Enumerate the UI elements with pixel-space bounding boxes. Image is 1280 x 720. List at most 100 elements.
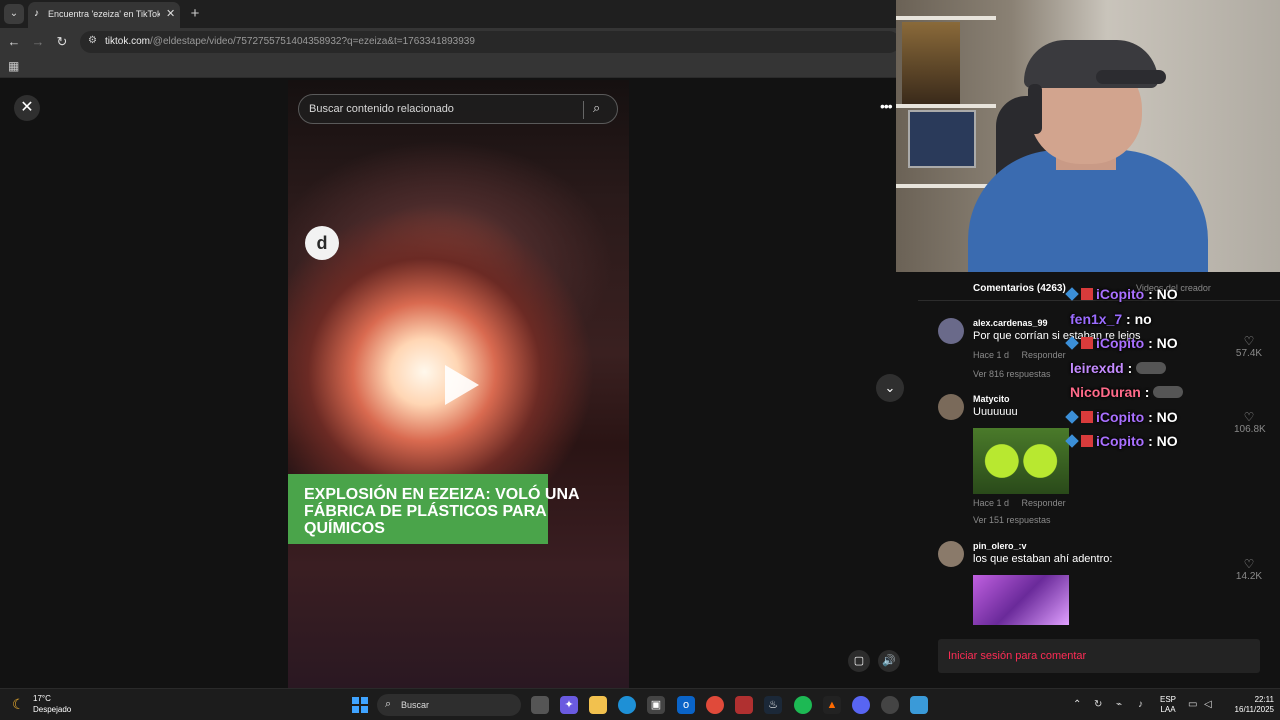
tiktok-favicon-icon: ♪ [34, 8, 39, 19]
avatar[interactable] [938, 541, 964, 567]
moderator-badge-icon [1081, 288, 1093, 300]
weather-description[interactable]: Despejado [33, 705, 71, 714]
weather-temperature[interactable]: 17°C [33, 694, 51, 703]
heart-icon[interactable]: ♡ [1234, 557, 1264, 571]
close-video-button[interactable]: ✕ [14, 95, 40, 121]
search-icon[interactable]: ⌕ [593, 100, 600, 116]
chat-text: : [1144, 384, 1150, 400]
chat-emote-icon [1136, 362, 1167, 374]
obs-icon[interactable] [881, 696, 899, 714]
outlook-icon[interactable]: o [677, 696, 695, 714]
channel-logo: d [305, 226, 339, 260]
subscriber-badge-icon [1065, 336, 1079, 350]
reply-button[interactable]: Responder [1022, 498, 1066, 508]
subscriber-badge-icon [1065, 434, 1079, 448]
tab-title: Encuentra 'ezeiza' en TikTok | Bú [48, 9, 160, 19]
chat-username: iCopito [1096, 286, 1145, 302]
video-player[interactable]: d EXPLOSIÓN EN EZEIZA: VOLÓ UNA FÁBRICA … [288, 80, 629, 688]
moderator-badge-icon [1081, 435, 1093, 447]
chat-username: fen1x_7 [1070, 311, 1123, 327]
chat-text: : NO [1148, 409, 1178, 425]
chat-message: iCopito : NO [1065, 409, 1178, 431]
login-to-comment-bar[interactable]: Iniciar sesión para comentar [938, 639, 1260, 673]
task-view-icon[interactable] [531, 696, 549, 714]
comment-username[interactable]: Matycito [973, 394, 1010, 404]
display-icon[interactable]: ▭ [1188, 699, 1197, 710]
chat-text: : NO [1148, 335, 1178, 351]
tray-chevron-up-icon[interactable]: ⌃ [1073, 699, 1081, 710]
copilot-icon[interactable]: ✦ [560, 696, 578, 714]
reload-icon[interactable]: ↻ [53, 33, 71, 51]
avatar[interactable] [938, 318, 964, 344]
next-video-chevron-down-icon[interactable]: ⌄ [876, 374, 904, 402]
reply-button[interactable]: Responder [1022, 350, 1066, 360]
comment-time: Hace 1 d [973, 498, 1010, 508]
taskbar-search[interactable]: ⌕ Buscar [377, 694, 521, 716]
avatar[interactable] [938, 394, 964, 420]
shelf [896, 16, 996, 20]
site-info-icon[interactable]: ⚙ [88, 35, 97, 46]
screen: { "browser": { "tab_title": "Encuentra '… [0, 0, 1280, 720]
moon-weather-icon[interactable]: ☾ [12, 696, 25, 713]
network-icon[interactable]: ⌁ [1116, 699, 1122, 710]
language-code: ESP [1160, 695, 1177, 704]
discord-icon[interactable] [852, 696, 870, 714]
new-tab-button[interactable]: + [186, 5, 204, 23]
apps-grid-icon[interactable]: ▦ [8, 59, 19, 73]
stream-chat-overlay: iCopito : NO fen1x_7 : no iCopito : NO l… [1065, 262, 1280, 482]
store-icon[interactable]: ▣ [647, 696, 665, 714]
video-headline: EXPLOSIÓN EN EZEIZA: VOLÓ UNA FÁBRICA DE… [304, 486, 579, 537]
app-icon[interactable] [735, 696, 753, 714]
chat-message: iCopito : NO [1065, 286, 1178, 308]
chat-message: leirexdd : [1070, 360, 1167, 382]
clock-time: 22:11 [1254, 695, 1274, 704]
view-replies-button[interactable]: Ver 151 respuestas [973, 515, 1051, 525]
file-explorer-icon[interactable] [589, 696, 607, 714]
play-icon[interactable] [445, 365, 479, 405]
notepad-icon[interactable] [910, 696, 928, 714]
like-button[interactable]: ♡ 14.2K [1234, 557, 1264, 582]
edge-icon[interactable] [618, 696, 636, 714]
shelf [896, 184, 996, 188]
sync-icon[interactable]: ↻ [1094, 699, 1102, 710]
view-replies-button[interactable]: Ver 816 respuestas [973, 369, 1051, 379]
tab-search-menu-button[interactable]: ⌄ [4, 4, 24, 24]
volume-icon[interactable]: 🔊 [878, 650, 900, 672]
comment-time: Hace 1 d [973, 350, 1010, 360]
tab-close-icon[interactable]: ✕ [166, 7, 175, 20]
moderator-badge-icon [1081, 337, 1093, 349]
comment-item: pin_olero_:v los que estaban ahí adentro… [938, 541, 1278, 631]
microphone-icon[interactable]: ♪ [1138, 699, 1143, 710]
back-arrow-icon[interactable]: ← [5, 33, 23, 51]
comments-tab[interactable]: Comentarios (4263) [973, 283, 1066, 294]
forward-arrow-icon[interactable]: → [29, 33, 47, 51]
taskbar-search-text[interactable]: Buscar [401, 700, 429, 710]
comment-username[interactable]: alex.cardenas_99 [973, 318, 1048, 328]
speaker-icon[interactable]: ◁ [1204, 699, 1212, 710]
comment-image[interactable] [973, 575, 1069, 625]
chrome-icon[interactable] [706, 696, 724, 714]
subscriber-badge-icon [1065, 287, 1079, 301]
moderator-badge-icon [1081, 411, 1093, 423]
browser-tab-active[interactable]: ♪ Encuentra 'ezeiza' en TikTok | Bú ✕ [28, 2, 180, 28]
chat-emote-icon [1153, 386, 1184, 398]
language-indicator[interactable]: ESP LAA [1160, 695, 1176, 715]
system-clock[interactable]: 22:11 16/11/2025 [1222, 695, 1274, 715]
more-options-icon[interactable]: ••• [880, 98, 893, 114]
address-bar[interactable]: ⚙ tiktok.com/@eldestape/video/7572755751… [80, 31, 900, 53]
search-input[interactable]: Buscar contenido relacionado [309, 103, 454, 115]
comment-meta: Hace 1 d Responder [973, 350, 1076, 360]
spotify-icon[interactable] [794, 696, 812, 714]
chat-text: : NO [1148, 286, 1178, 302]
chat-message: NicoDuran : [1070, 384, 1184, 406]
steam-icon[interactable]: ♨ [764, 696, 782, 714]
login-to-comment-link[interactable]: Iniciar sesión para comentar [948, 650, 1086, 662]
related-search-bar[interactable]: Buscar contenido relacionado ⌕ [298, 94, 618, 124]
cap-brim [1096, 70, 1166, 84]
comment-image-aliens[interactable] [973, 428, 1069, 494]
comment-meta: Hace 1 d Responder [973, 498, 1076, 508]
app-icon[interactable]: ▲ [823, 696, 841, 714]
windows-start-icon[interactable] [352, 697, 368, 713]
picture-in-picture-icon[interactable]: ▢ [848, 650, 870, 672]
comment-username[interactable]: pin_olero_:v [973, 541, 1027, 551]
